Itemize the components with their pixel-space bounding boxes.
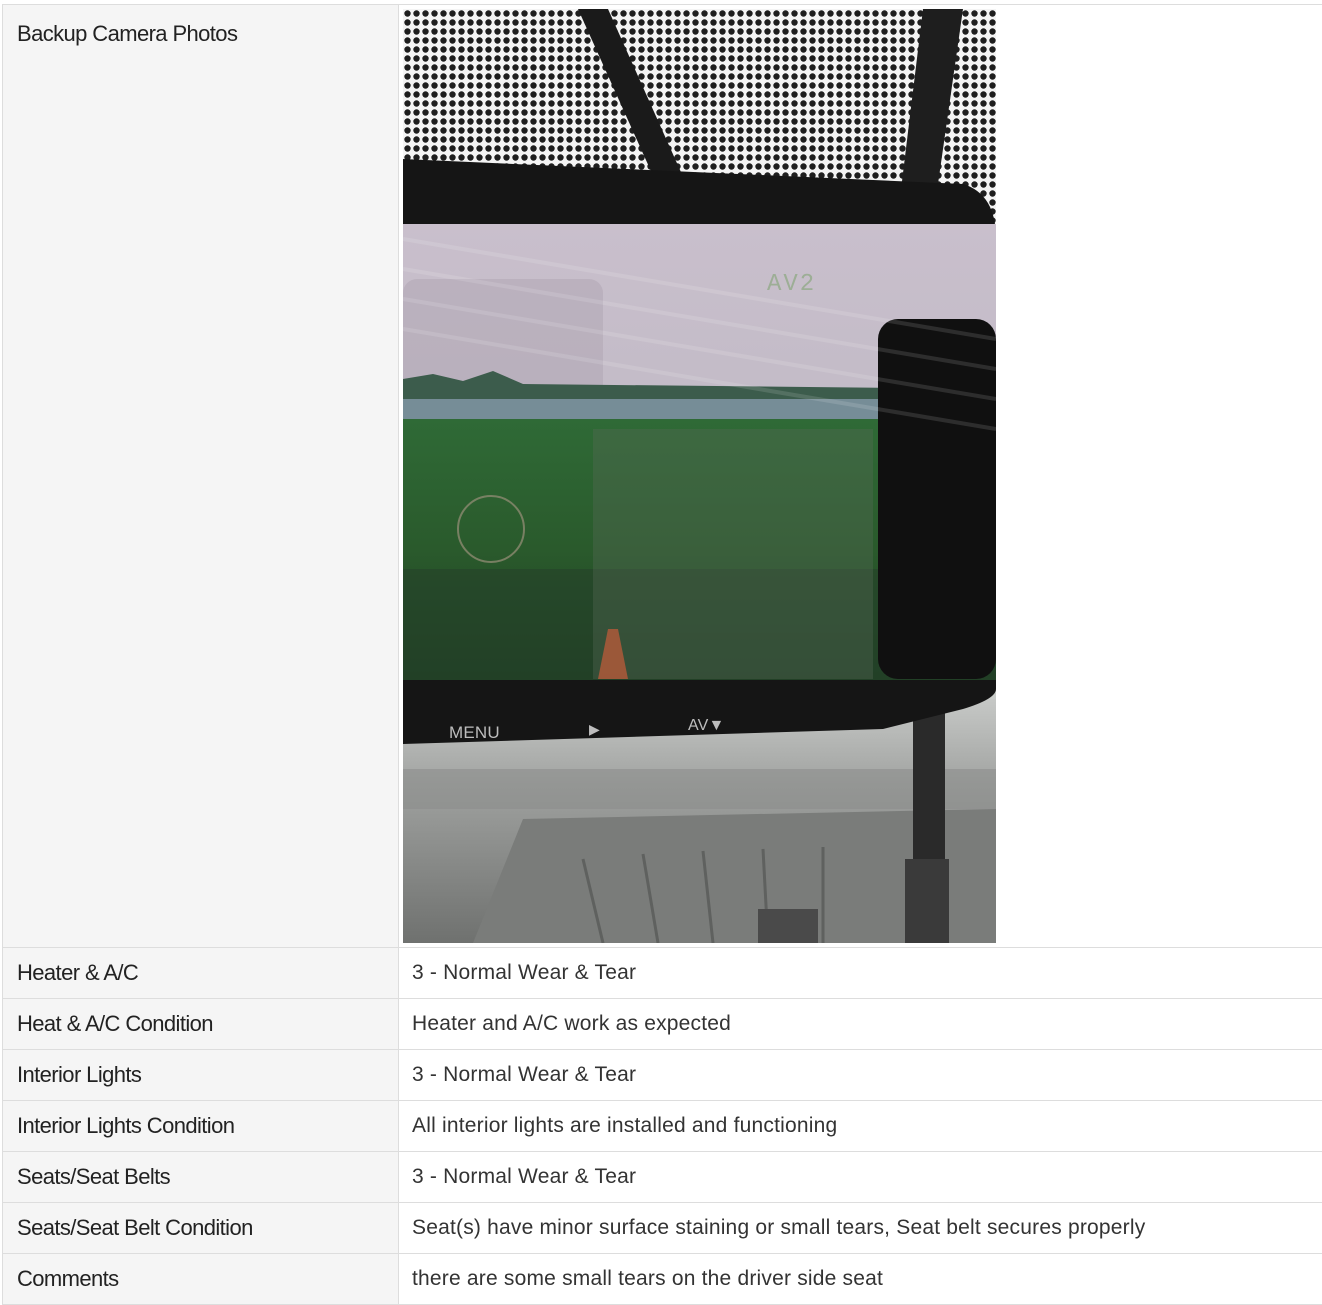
row-label: Interior Lights Condition [3, 1101, 399, 1152]
table-row: Seats/Seat Belts 3 - Normal Wear & Tear [3, 1152, 1322, 1203]
row-label: Heater & A/C [3, 948, 399, 999]
row-value: All interior lights are installed and fu… [399, 1101, 1322, 1152]
row-label: Seats/Seat Belts [3, 1152, 399, 1203]
monitor-play-label: ▶ [589, 721, 600, 738]
row-value: Seat(s) have minor surface staining or s… [399, 1203, 1322, 1254]
row-value: 3 - Normal Wear & Tear [399, 948, 1322, 999]
table-row: Heater & A/C 3 - Normal Wear & Tear [3, 948, 1322, 999]
row-label: Seats/Seat Belt Condition [3, 1203, 399, 1254]
row-value: 3 - Normal Wear & Tear [399, 1152, 1322, 1203]
row-label: Backup Camera Photos [3, 5, 399, 948]
backup-camera-photo[interactable]: AV2 MENU ▶ AV▼ [403, 9, 996, 943]
row-value: Heater and A/C work as expected [399, 999, 1322, 1050]
backup-camera-image [403, 9, 996, 943]
table-row: Backup Camera Photos [3, 5, 1322, 948]
table-row: Interior Lights 3 - Normal Wear & Tear [3, 1050, 1322, 1101]
camera-osd-label: AV2 [767, 271, 816, 298]
inspection-report-table: Backup Camera Photos [2, 4, 1322, 1305]
row-value: AV2 MENU ▶ AV▼ [399, 5, 1322, 948]
row-label: Heat & A/C Condition [3, 999, 399, 1050]
monitor-menu-label: MENU [449, 723, 500, 743]
monitor-av-label: AV▼ [688, 717, 725, 735]
table-row: Heat & A/C Condition Heater and A/C work… [3, 999, 1322, 1050]
table-row: Interior Lights Condition All interior l… [3, 1101, 1322, 1152]
row-value: 3 - Normal Wear & Tear [399, 1050, 1322, 1101]
row-label: Interior Lights [3, 1050, 399, 1101]
table-row: Seats/Seat Belt Condition Seat(s) have m… [3, 1203, 1322, 1254]
